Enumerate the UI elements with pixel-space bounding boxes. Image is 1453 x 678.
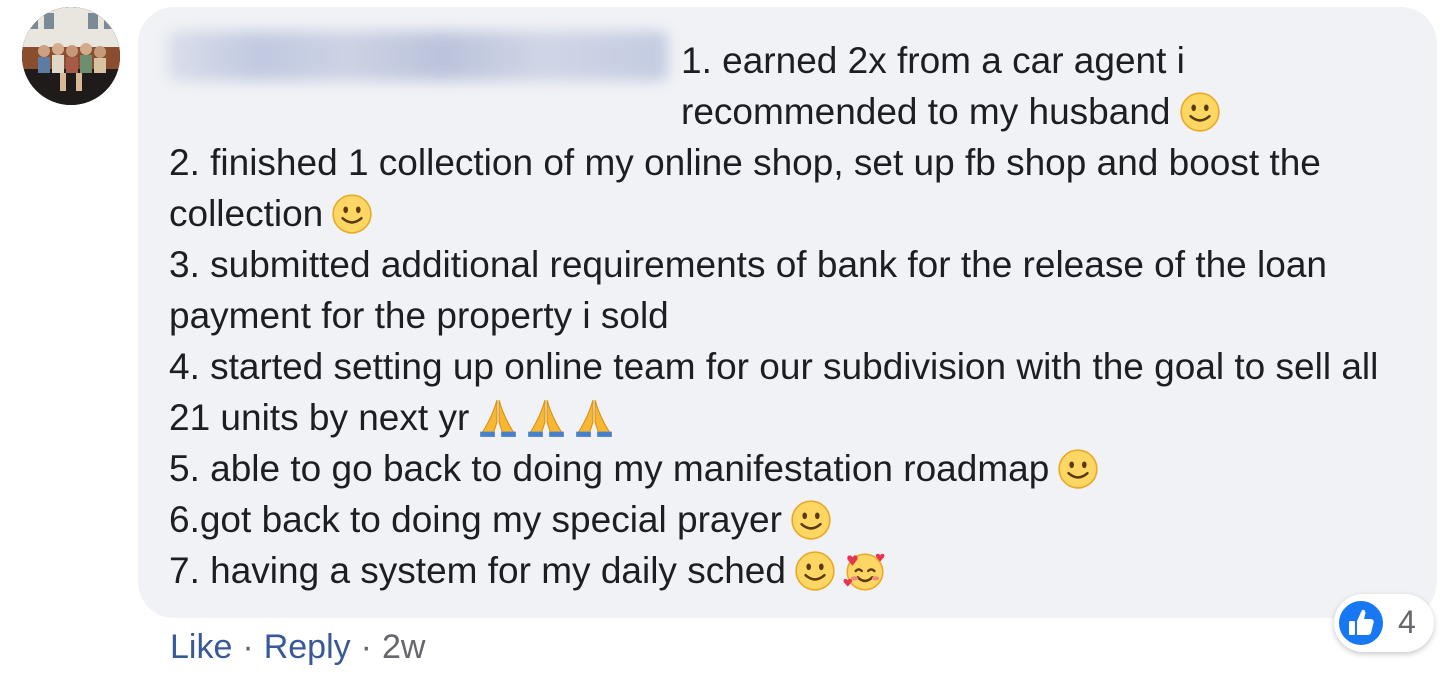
comment-line: 4. started setting up online team for ou…	[169, 346, 1379, 438]
folded-hands-icon	[480, 400, 517, 437]
smiling-face-with-hearts-icon	[843, 553, 885, 591]
folded-hands-icon	[576, 400, 613, 437]
like-button[interactable]: Like	[170, 628, 232, 666]
comment-actions: Like · Reply · 2w	[170, 623, 425, 671]
reply-button[interactable]: Reply	[264, 628, 351, 666]
smiling-face-icon	[795, 551, 835, 591]
smiling-face-icon	[1058, 449, 1098, 489]
comment-text: 1. earned 2x from a car agent i recommen…	[169, 35, 1409, 596]
smiling-face-icon	[1179, 92, 1220, 132]
comment-line: 2. finished 1 collection of my online sh…	[169, 142, 1321, 234]
separator-dot: ·	[360, 628, 372, 666]
folded-hands-icon	[528, 400, 565, 437]
like-thumb-icon	[1337, 599, 1385, 647]
comment-timestamp[interactable]: 2w	[382, 628, 425, 666]
avatar[interactable]	[22, 7, 120, 105]
comment-line: 3. submitted additional requirements of …	[169, 244, 1327, 336]
reaction-count: 4	[1398, 604, 1416, 640]
comment-line: 1. earned 2x from a car agent i recommen…	[169, 35, 1409, 137]
separator-dot: ·	[242, 628, 254, 666]
comment-line: 6.got back to doing my special prayer	[169, 494, 1409, 545]
comment-line: 5. able to go back to doing my manifesta…	[169, 443, 1409, 494]
smiling-face-icon	[791, 500, 831, 540]
comment-bubble: 1. earned 2x from a car agent i recommen…	[138, 7, 1437, 618]
reactions-badge[interactable]: 4	[1334, 594, 1434, 652]
smiling-face-icon	[332, 194, 372, 234]
avatar-photo	[22, 7, 120, 105]
comment-line: 7. having a system for my daily sched	[169, 545, 1409, 596]
